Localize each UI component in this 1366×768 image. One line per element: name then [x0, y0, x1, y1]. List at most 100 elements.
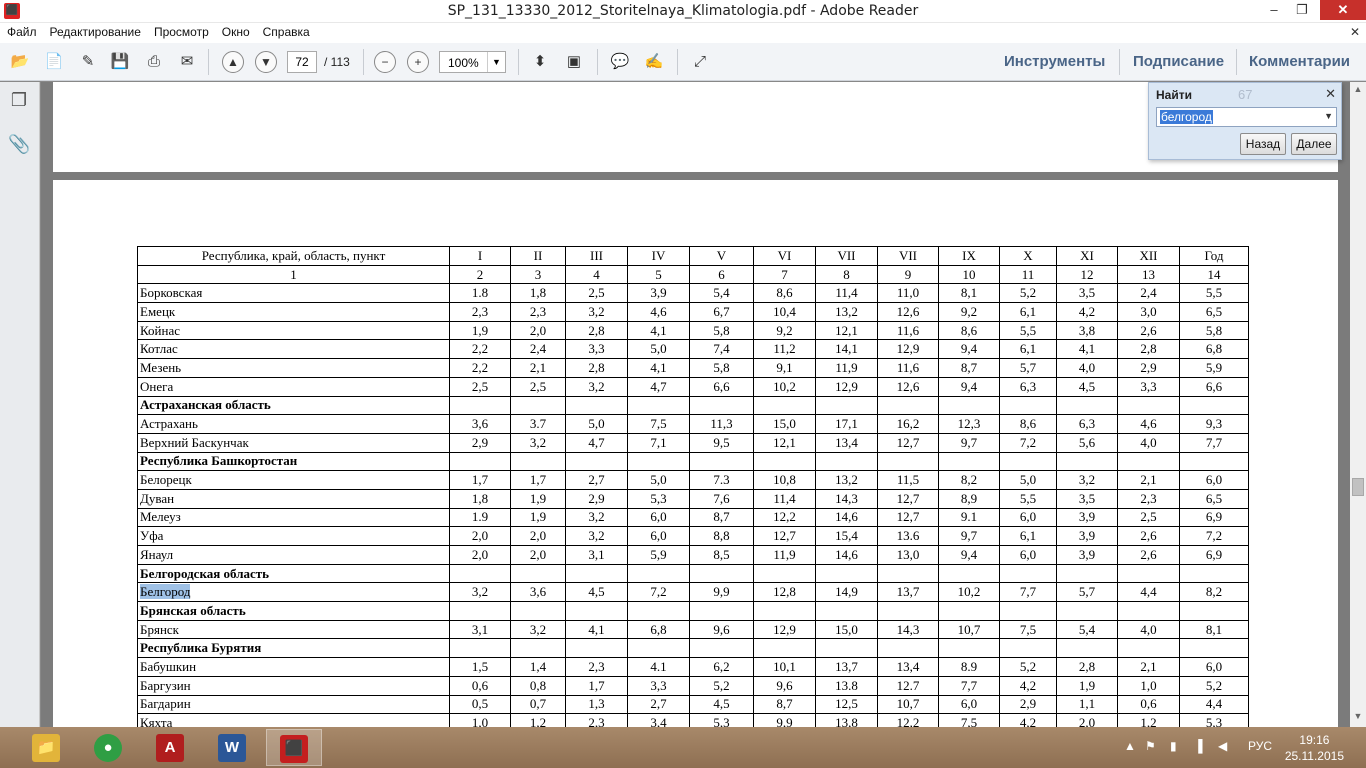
menu-window[interactable]: Окно — [215, 23, 256, 39]
table-cell: 1,7 — [449, 470, 511, 490]
table-cell: 5,4 — [689, 283, 754, 304]
menu-help[interactable]: Справка — [256, 23, 316, 39]
table-cell — [877, 638, 939, 659]
table-row: Астрахань 3,6 3.7 5,0 7,5 11,3 15,0 17,1 16,2 12,… — [137, 414, 1249, 434]
table-cell: 5,9 — [1179, 358, 1249, 378]
table-cell: 13.8 — [815, 675, 878, 696]
table-cell — [999, 601, 1057, 621]
column-number: 10 — [938, 264, 1000, 285]
scroll-up-icon[interactable]: ▲ — [1350, 84, 1366, 98]
chevron-down-icon[interactable]: ▼ — [1324, 111, 1333, 121]
station-name: Мезень — [137, 358, 450, 378]
create-pdf-icon[interactable]: 📄 — [42, 52, 66, 72]
fit-page-icon[interactable]: ▣ — [562, 52, 586, 72]
zoom-out-button[interactable]: − — [374, 51, 396, 73]
zoom-in-button[interactable]: + — [407, 51, 429, 73]
table-cell: 6,3 — [999, 376, 1057, 397]
table-cell — [1117, 563, 1180, 584]
next-page-button[interactable]: ▼ — [255, 51, 277, 73]
tab-comments[interactable]: Комментарии — [1249, 53, 1350, 70]
table-row: Койнас 1,9 2,0 2,8 4,1 5,8 9,2 12,1 11,6 8,6 5,5 3,… — [137, 320, 1249, 341]
table-cell: 6,0 — [999, 545, 1057, 565]
table-row: Бабушкин 1,5 1,4 2,3 4.1 6,2 10,1 13,7 13,4 8.9 5,… — [137, 657, 1249, 677]
table-cell: 12,6 — [877, 376, 939, 397]
menu-file[interactable]: Файл — [0, 23, 43, 39]
comment-icon[interactable]: 💬 — [608, 52, 632, 72]
region-row: Республика Башкортостан — [137, 451, 1249, 472]
tab-sign[interactable]: Подписание — [1133, 53, 1224, 70]
scroll-down-icon[interactable]: ▼ — [1350, 711, 1366, 725]
find-back-button[interactable]: Назад — [1240, 133, 1286, 155]
signal-icon[interactable]: ▐ — [1194, 739, 1203, 753]
open-file-icon[interactable]: 📂 — [8, 52, 32, 72]
vertical-scrollbar[interactable]: ▲ ▼ — [1350, 82, 1366, 727]
taskbar-autocad[interactable]: A — [142, 729, 198, 766]
flag-icon[interactable]: ⚑ — [1145, 739, 1156, 753]
highlight-icon[interactable]: ✍ — [642, 52, 666, 72]
table-cell: 8,7 — [689, 507, 754, 528]
table-cell: 11,4 — [815, 283, 878, 304]
table-row: Уфа 2,0 2,0 3,2 6,0 8,8 12,7 15,4 13.6 9,7 6,1 3,9 2… — [137, 526, 1249, 546]
edit-pdf-icon[interactable]: ✎ — [76, 52, 100, 72]
table-row: Котлас 2,2 2,4 3,3 5,0 7,4 11,2 14,1 12,9 9,4 6,1 4… — [137, 339, 1249, 360]
close-icon[interactable]: ✕ — [1325, 86, 1336, 102]
table-cell — [753, 601, 816, 621]
fit-width-icon[interactable]: ⬍ — [528, 52, 552, 72]
table-cell: 7,4 — [689, 339, 754, 360]
document-view[interactable]: Республика, край, область, пункт I II II… — [41, 82, 1350, 727]
toolbar-separator — [208, 49, 209, 75]
attachments-icon[interactable]: 📎 — [8, 134, 30, 156]
taskbar-chrome[interactable]: ● — [80, 729, 136, 766]
scrollbar-thumb[interactable] — [1352, 478, 1364, 496]
page-thumbnails-icon[interactable]: ❐ — [8, 90, 30, 112]
table-cell — [1179, 395, 1249, 416]
table-cell: 8,1 — [938, 283, 1000, 304]
table-cell: 14,3 — [815, 488, 878, 509]
minimize-button[interactable]: – — [1260, 0, 1288, 20]
find-next-button[interactable]: Далее — [1291, 133, 1337, 155]
find-input[interactable]: белгород ▼ — [1156, 107, 1337, 127]
table-cell — [1056, 451, 1118, 472]
menu-edit[interactable]: Редактирование — [43, 23, 147, 39]
chevron-down-icon[interactable]: ▼ — [487, 52, 505, 72]
table-cell: 8,7 — [938, 358, 1000, 378]
email-icon[interactable]: ✉ — [175, 52, 199, 72]
pdf-page-previous — [53, 82, 1338, 172]
taskbar-explorer[interactable]: 📁 — [18, 729, 74, 766]
region-row: Белгородская область — [137, 563, 1249, 584]
table-cell: 5,2 — [689, 675, 754, 696]
fullscreen-icon[interactable]: ⤢ — [688, 52, 712, 72]
table-cell: 12,7 — [877, 432, 939, 453]
table-cell — [510, 601, 566, 621]
table-cell: 2,6 — [1117, 526, 1180, 546]
menu-view[interactable]: Просмотр — [147, 23, 215, 39]
table-cell: 2,9 — [1117, 358, 1180, 378]
table-cell: 13,7 — [877, 582, 939, 603]
zoom-select[interactable]: 100% ▼ — [439, 51, 506, 73]
tab-tools[interactable]: Инструменты — [1004, 53, 1105, 70]
document-close-button[interactable]: ✕ — [1350, 25, 1360, 39]
system-clock[interactable]: 19:16 25.11.2015 — [1285, 732, 1344, 764]
table-cell: 8,8 — [689, 526, 754, 546]
taskbar-word[interactable]: W — [204, 729, 260, 766]
station-name: Котлас — [137, 339, 450, 360]
page-number-input[interactable]: 72 — [287, 51, 317, 73]
taskbar-adobe-reader[interactable]: ⬛ — [266, 729, 322, 766]
maximize-button[interactable]: ❐ — [1288, 0, 1316, 20]
tray-overflow-icon[interactable]: ▲ — [1124, 739, 1136, 753]
previous-page-button[interactable]: ▲ — [222, 51, 244, 73]
table-cell — [510, 451, 566, 472]
table-cell: 5,5 — [999, 320, 1057, 341]
table-cell: 9,6 — [689, 619, 754, 640]
table-cell — [1117, 638, 1180, 659]
close-button[interactable]: ✕ — [1320, 0, 1366, 20]
language-indicator[interactable]: РУС — [1248, 739, 1272, 753]
volume-icon[interactable]: ◀ — [1218, 739, 1227, 753]
toolbar-separator — [518, 49, 519, 75]
column-number: 5 — [627, 264, 690, 285]
save-icon[interactable]: 💾 — [108, 52, 132, 72]
table-cell — [999, 638, 1057, 659]
table-cell: 7,1 — [627, 432, 690, 453]
print-icon[interactable]: ⎙ — [142, 52, 166, 72]
battery-icon[interactable]: ▮ — [1170, 739, 1177, 753]
